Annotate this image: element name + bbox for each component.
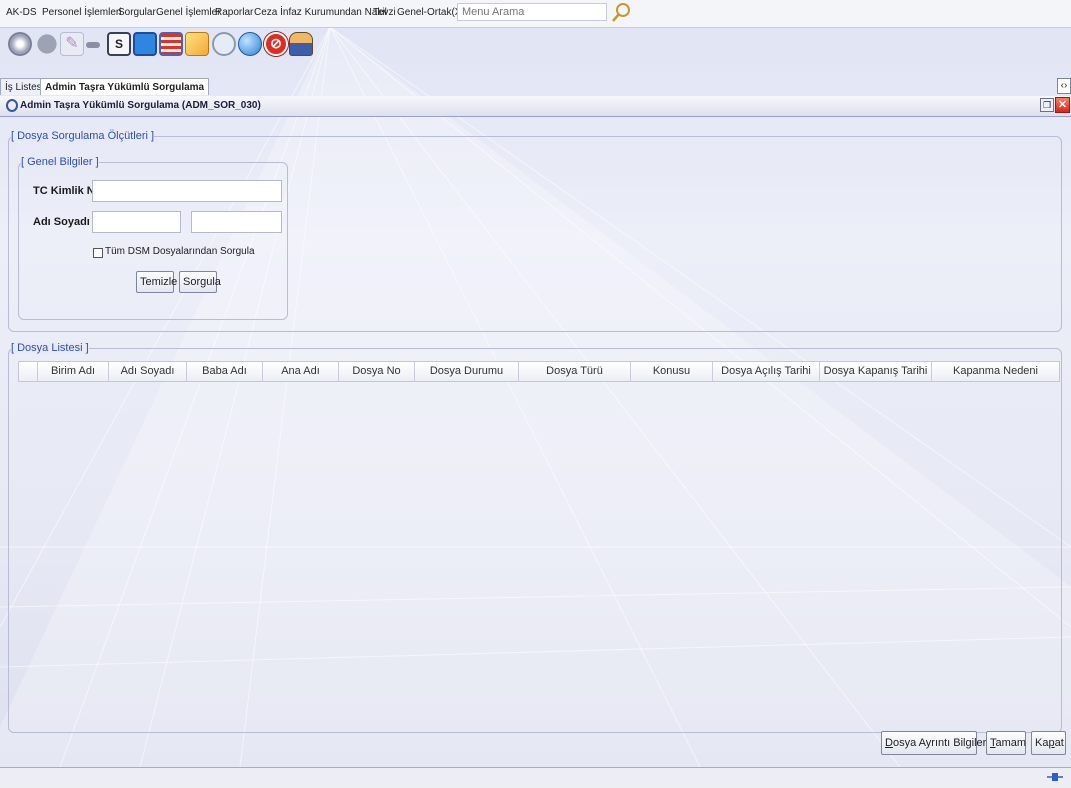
menu-bar: AK-DS Personel İşlemleri Sorgular Genel … <box>0 0 1071 28</box>
user-icon[interactable] <box>289 32 313 56</box>
query-button[interactable]: Sorgula <box>179 271 221 293</box>
details-mnemonic: D <box>885 737 893 749</box>
ok-mnemonic: T <box>990 737 996 749</box>
first-name-input[interactable] <box>92 211 181 233</box>
column-header[interactable]: Kapanma Nedeni <box>931 362 1059 381</box>
column-header[interactable]: Ana Adı <box>262 362 338 381</box>
ok-button[interactable]: Tamam <box>986 731 1026 755</box>
name-label: Adı Soyadı <box>33 216 90 228</box>
file-list-table-header: Birim Adı Adı Soyadı Baba Adı Ana Adı Do… <box>18 361 1060 382</box>
network-status-icon <box>1047 773 1063 781</box>
file-details-button[interactable]: Dosya Ayrıntı Bilgileri <box>881 731 989 755</box>
column-header[interactable]: Adı Soyadı <box>108 362 186 381</box>
column-header[interactable]: Dosya Türü <box>518 362 630 381</box>
info-globe-icon[interactable] <box>238 32 262 56</box>
column-header[interactable]: Dosya No <box>338 362 414 381</box>
disk-icon[interactable] <box>8 32 32 56</box>
tab-scroll-button[interactable]: ‹› <box>1057 78 1071 94</box>
window-title: Admin Taşra Yükümlü Sorgulama (ADM_SOR_0… <box>20 100 261 111</box>
search-doc-icon[interactable] <box>185 32 209 56</box>
column-header[interactable]: Dosya Açılış Tarihi <box>712 362 819 381</box>
restore-button[interactable]: ❐ <box>1040 98 1054 112</box>
menu-item-tevzi[interactable]: Tevzi <box>373 7 396 18</box>
menu-item-genel-islemler[interactable]: Genel İşlemler <box>156 7 220 18</box>
all-dsm-checkbox[interactable] <box>93 248 103 258</box>
pen-icon[interactable]: ✎ <box>60 32 84 56</box>
list-icon[interactable] <box>159 32 183 56</box>
search-icon[interactable] <box>611 2 633 24</box>
tab-bar: İş Listesi Admin Taşra Yükümlü Sorgulama… <box>0 76 1071 97</box>
last-name-input[interactable] <box>191 211 282 233</box>
clear-button[interactable]: Temizle <box>136 271 177 293</box>
column-header[interactable]: Dosya Kapanış Tarihi <box>819 362 931 381</box>
menu-item-raporlar[interactable]: Raporlar <box>215 7 253 18</box>
tab-admin-tasra[interactable]: Admin Taşra Yükümlü Sorgulama <box>40 78 210 95</box>
close-window-button[interactable]: ✕ <box>1055 97 1070 113</box>
window-icon <box>6 99 18 112</box>
menu-search-input[interactable] <box>457 3 607 21</box>
file-list-legend: [ Dosya Listesi ] <box>11 342 89 354</box>
minus-icon[interactable] <box>86 42 100 48</box>
row-selector-header <box>19 362 37 381</box>
tc-input[interactable] <box>92 180 282 202</box>
column-header[interactable]: Konusu <box>630 362 712 381</box>
criteria-legend: [ Dosya Sorgulama Ölçütleri ] <box>11 130 155 142</box>
menu-item-akds[interactable]: AK-DS <box>6 7 37 18</box>
stethoscope-icon[interactable] <box>212 32 236 56</box>
file-list-fieldset <box>8 348 1062 733</box>
close-button[interactable]: Kapat <box>1031 731 1066 755</box>
menu-item-nakil[interactable]: Ceza İnfaz Kurumundan Nakil <box>254 7 387 18</box>
window-title-bar: Admin Taşra Yükümlü Sorgulama (ADM_SOR_0… <box>0 96 1071 117</box>
column-header[interactable]: Birim Adı <box>37 362 108 381</box>
forbidden-icon[interactable]: ⊘ <box>264 32 288 56</box>
menu-item-sorgular[interactable]: Sorgular <box>118 7 156 18</box>
column-header[interactable]: Dosya Durumu <box>414 362 518 381</box>
toolbar: ✎ S ⊘ <box>0 28 1071 72</box>
column-header[interactable]: Baba Adı <box>186 362 262 381</box>
chart-icon[interactable] <box>133 32 157 56</box>
menu-item-genel-ortak[interactable]: Genel-Ortak(X) <box>397 7 465 18</box>
menu-item-personel[interactable]: Personel İşlemleri <box>42 7 121 18</box>
general-info-legend: [ Genel Bilgiler ] <box>21 156 99 168</box>
status-bar <box>0 767 1071 788</box>
record-icon[interactable] <box>37 34 57 54</box>
all-dsm-label: Tüm DSM Dosyalarından Sorgula <box>105 246 255 257</box>
close-mnemonic: p <box>1048 737 1055 749</box>
details-button-label: osya Ayrıntı Bilgileri <box>892 737 989 749</box>
report-s-icon[interactable]: S <box>107 32 131 56</box>
